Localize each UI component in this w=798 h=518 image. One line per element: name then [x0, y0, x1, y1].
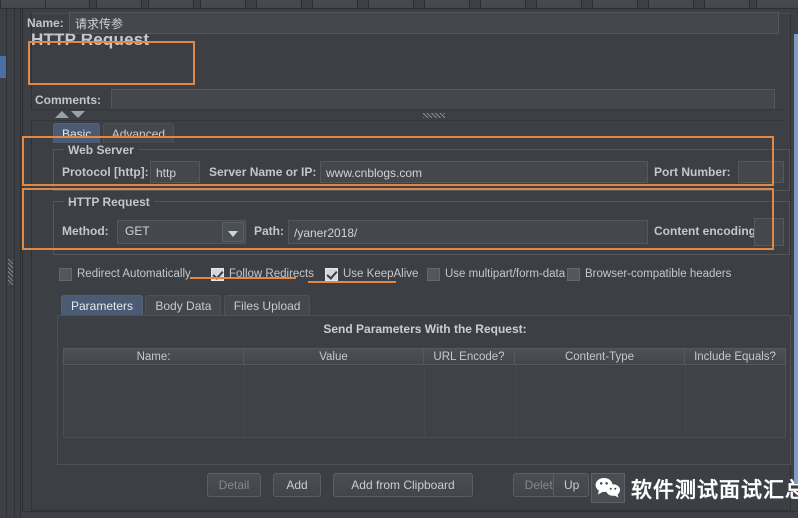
tab-parameters[interactable]: Parameters [61, 295, 144, 316]
horizontal-splitter[interactable] [31, 109, 783, 121]
detail-button[interactable]: Detail [207, 473, 261, 497]
http-request-panel: HTTP Request Name: 请求传参 Comments: Basic … [22, 9, 798, 518]
watermark: 软件测试面试汇总 [591, 471, 798, 511]
checkbox-label: Use multipart/form-data [445, 268, 566, 280]
column-header-url-encode[interactable]: URL Encode? [424, 348, 515, 365]
checkbox-box-checked-icon[interactable] [325, 268, 338, 281]
server-name-input[interactable]: www.cnblogs.com [320, 161, 648, 183]
tab-basic[interactable]: Basic [53, 123, 101, 143]
port-number-label: Port Number: [654, 165, 731, 179]
collapse-expand-arrows[interactable] [55, 110, 89, 119]
parameters-table-header: Name: Value URL Encode? Content-Type Inc… [63, 348, 786, 365]
tree-selection-indicator [0, 56, 6, 78]
main-tabs: Basic Advanced [53, 123, 175, 143]
wechat-icon [595, 478, 620, 498]
bottom-strip [22, 511, 798, 518]
name-input[interactable]: 请求传参 [69, 12, 779, 34]
parameters-caption: Send Parameters With the Request: [323, 322, 527, 336]
method-select[interactable]: GET [117, 220, 246, 244]
add-button[interactable]: Add [273, 473, 321, 497]
up-button[interactable]: Up [553, 473, 589, 497]
checkbox-label: Browser-compatible headers [585, 268, 732, 280]
column-header-value[interactable]: Value [244, 348, 424, 365]
chevron-down-icon[interactable] [71, 111, 85, 118]
checkbox-box-icon[interactable] [427, 268, 440, 281]
column-header-include-equals[interactable]: Include Equals? [685, 348, 786, 365]
path-label: Path: [254, 224, 284, 238]
tab-files-upload[interactable]: Files Upload [223, 295, 311, 316]
splitter-line [6, 9, 7, 518]
parameters-panel: Send Parameters With the Request: Name: … [57, 315, 791, 465]
highlight-follow-redirects [190, 277, 296, 279]
request-options-row: Redirect Automatically Follow Redirects … [59, 267, 789, 285]
right-edge-strip [794, 34, 798, 484]
add-from-clipboard-button[interactable]: Add from Clipboard [333, 473, 473, 497]
port-number-input[interactable] [738, 161, 784, 183]
splitter-line [14, 9, 15, 518]
splitter-grip-icon[interactable] [423, 113, 445, 118]
column-header-content-type[interactable]: Content-Type [515, 348, 685, 365]
comments-input[interactable] [111, 89, 775, 111]
protocol-input[interactable]: http [150, 161, 200, 183]
http-request-group-title: HTTP Request [64, 195, 154, 209]
highlight-use-keepalive [308, 281, 396, 283]
column-header-name[interactable]: Name: [63, 348, 244, 365]
tab-advanced[interactable]: Advanced [102, 123, 175, 143]
content-encoding-input[interactable] [754, 218, 784, 246]
parameter-tabs: Parameters Body Data Files Upload [61, 295, 311, 316]
checkbox-box-icon[interactable] [567, 268, 580, 281]
server-name-label: Server Name or IP: [209, 165, 317, 179]
comments-label: Comments: [35, 93, 102, 107]
http-request-group: HTTP Request Method: GET Path: /yaner201… [53, 195, 790, 255]
tab-body-data[interactable]: Body Data [145, 295, 222, 316]
content-encoding-label: Content encoding: [654, 224, 760, 238]
chevron-up-icon[interactable] [55, 111, 69, 118]
protocol-label: Protocol [http]: [62, 165, 149, 179]
left-splitter[interactable] [0, 9, 22, 518]
splitter-grip-icon[interactable] [8, 259, 13, 285]
web-server-group: Web Server Protocol [http]: http Server … [53, 143, 790, 191]
checkbox-box-checked-icon[interactable] [211, 268, 224, 281]
checkbox-box-icon[interactable] [59, 268, 72, 281]
splitter-line [20, 9, 21, 518]
method-value: GET [125, 224, 150, 238]
path-input[interactable]: /yaner2018/ [288, 220, 648, 244]
chevron-down-icon[interactable] [222, 222, 244, 242]
jmeter-http-request-panel: HTTP Request Name: 请求传参 Comments: Basic … [0, 0, 798, 518]
checkbox-label: Redirect Automatically [77, 268, 191, 280]
method-label: Method: [62, 224, 109, 238]
parameters-table-body[interactable] [63, 365, 786, 438]
web-server-group-title: Web Server [64, 143, 138, 157]
checkbox-label: Use KeepAlive [343, 268, 419, 280]
watermark-text: 软件测试面试汇总 [631, 478, 798, 502]
name-label: Name: [27, 16, 64, 30]
